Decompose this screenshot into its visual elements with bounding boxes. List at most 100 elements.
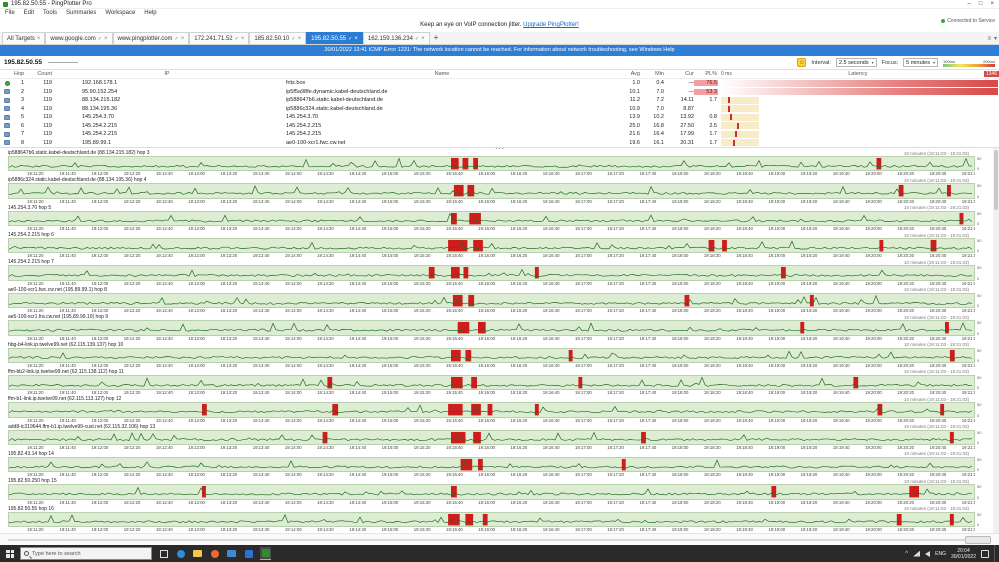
error-banner[interactable]: 30/01/2022 13:41 ICMP Error 1231: The ne… [0,45,999,56]
tab-162-159-136-234[interactable]: 162.159.136.234 ✓ × [362,32,430,44]
table-row-hop-1[interactable]: 1 119 192.168.178.1 fritz.box 1.0 0.4 —76.5 [0,79,999,88]
menu-item-workspace[interactable]: Workspace [105,9,135,18]
latency-plot[interactable] [8,156,975,172]
latency-plot[interactable] [8,210,975,227]
tab-195-82-50-55[interactable]: 195.82.50.55 ✓ × [306,32,363,44]
table-row-hop-8[interactable]: 8 119 195.89.99.1 ae0-100-xcr1.fwc.cw.net 19… [0,139,999,148]
table-header-row: Hop Count IP Name Avg Min Cur PL% 0 ms Latency 134… [0,70,999,79]
latency-plot[interactable] [8,265,975,281]
latency-plot[interactable] [8,238,975,254]
time-tick-label: 19:11:40 [59,308,76,314]
task-view-button[interactable] [158,547,169,560]
start-button[interactable] [0,545,20,562]
table-row-hop-5[interactable]: 5 119 145.254.3.70 145.254.3.70 13.9 10.2 13.9… [0,113,999,122]
tab-label: www.google.com [50,35,96,42]
interval-select[interactable]: 2.5 seconds ▾ [835,58,877,67]
menu-item-tools[interactable]: Tools [43,9,57,18]
packet-loss-marker [621,458,626,471]
time-tick-label: 19:14:20 [317,171,334,177]
time-tick-label: 19:19:40 [832,308,850,314]
latency-plot[interactable] [8,402,975,418]
latency-plot[interactable] [8,429,975,445]
add-tab-button[interactable]: + [430,32,443,44]
tab-172-241-71-52[interactable]: 172.241.71.52 ✓ × [189,32,250,44]
time-tick-label: 19:20:00 [865,253,882,259]
explorer-button[interactable] [192,547,203,560]
hop-cur: — [688,80,695,87]
time-tick-label: 19:18:40 [736,362,753,368]
tray-expand-icon[interactable]: ^ [905,551,908,557]
time-tick-label: 19:20:00 [865,198,882,204]
latency-plot[interactable] [8,320,975,336]
tab-scroll-icon[interactable]: ▾ [994,35,997,42]
table-row-hop-4[interactable]: 4 119 88.134.195.36 ip5886c324.static.kabel… [0,105,999,114]
latency-plot[interactable] [8,511,975,528]
mail-button[interactable] [226,547,237,560]
packet-loss-marker [448,513,460,526]
latency-plot[interactable] [8,347,975,363]
menu-item-summaries[interactable]: Summaries [66,9,96,18]
tab-list-icon[interactable]: ≡ [987,36,991,42]
language-indicator[interactable]: ENG [935,551,946,557]
app-icon [3,1,8,7]
clock[interactable]: 20:04 30/01/2022 [951,548,976,560]
menu-item-file[interactable]: File [5,9,15,18]
code-button[interactable] [243,547,254,560]
tab-185-82-50-10[interactable]: 185.82.50.10 ✓ × [249,32,307,44]
time-scrollbar[interactable] [0,533,999,545]
time-tick-label: 19:18:40 [736,335,753,341]
pingplotter-taskbar-button[interactable] [260,547,271,560]
close-tab-icon[interactable]: × [37,36,41,42]
time-scrollbar-thumb[interactable] [965,536,991,544]
time-tick-label: 19:20:20 [897,417,915,423]
tab-all-targets[interactable]: All Targets × [2,32,46,44]
latency-plot[interactable] [8,183,975,199]
menu-item-edit[interactable]: Edit [24,9,34,18]
scrollbar-thumb[interactable] [994,150,998,210]
firefox-button[interactable] [209,547,220,560]
time-tick-label: 19:18:40 [736,253,753,259]
time-tick-label: 19:13:40 [252,472,270,478]
latency-plot[interactable] [8,456,975,473]
tab-www-google-com[interactable]: www.google.com ✓ × [45,32,113,44]
alert-smiley-icon[interactable]: ☺ [797,58,807,67]
table-row-hop-7[interactable]: 7 119 145.254.2.215 145.254.2.215 21.6 16.4 17… [0,130,999,139]
focus-select[interactable]: 5 minutes ▾ [903,58,938,67]
edge-button[interactable] [175,547,186,560]
scale-max-label: 50 [977,429,982,435]
time-tick-label: 19:18:00 [671,335,689,341]
vertical-scrollbar[interactable] [993,148,999,533]
close-button[interactable]: × [990,0,994,9]
time-tick-label: 19:12:40 [155,527,173,533]
minimize-button[interactable]: – [968,0,971,9]
taskbar-search-input[interactable]: Type here to search [20,547,152,560]
latency-line [9,513,973,523]
table-row-hop-3[interactable]: 3 119 88.134.215.182 ip588647b6.static.kabe… [0,96,999,105]
close-tab-icon[interactable]: × [181,36,185,42]
latency-plot[interactable] [8,292,975,309]
close-tab-icon[interactable]: × [241,36,245,42]
time-tick-label: 19:14:40 [349,527,367,533]
table-row-hop-2[interactable]: 2 119 95.90.152.254 ip5f5a98fe.dynamic.kabe… [0,88,999,97]
close-tab-icon[interactable]: × [421,36,425,42]
tab-www-pingplotter-com[interactable]: www.pingplotter.com ✓ × [112,32,190,44]
close-tab-icon[interactable]: × [104,36,108,42]
latency-plot[interactable] [8,374,975,391]
time-tick-label: 19:20:00 [865,362,882,368]
maximize-button[interactable]: □ [979,0,983,9]
close-tab-icon[interactable]: × [298,36,302,42]
table-row-hop-6[interactable]: 6 119 145.254.2.215 145.254.2.215 25.0 16.8 27… [0,122,999,131]
time-tick-label: 19:14:00 [284,417,302,423]
show-desktop-button[interactable] [994,545,997,562]
action-center-icon[interactable] [981,549,989,558]
time-tick-label: 19:17:00 [574,280,592,286]
network-icon[interactable] [913,550,921,557]
close-tab-icon[interactable]: × [354,36,358,42]
latency-plot[interactable] [8,484,975,500]
splitter-handle[interactable]: • • • [0,148,999,152]
volume-icon[interactable] [925,550,931,557]
header-splitter[interactable] [47,62,78,63]
upgrade-link[interactable]: Upgrade PingPlotter! [523,22,579,28]
menu-item-help[interactable]: Help [144,9,156,18]
time-tick-label: 19:19:20 [800,253,818,259]
